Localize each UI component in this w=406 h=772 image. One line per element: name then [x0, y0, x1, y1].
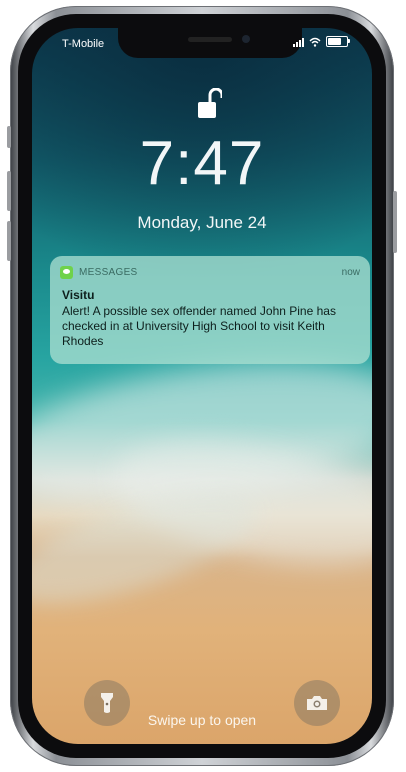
volume-down-button: [7, 221, 11, 261]
wifi-icon: [309, 37, 321, 47]
carrier-label: T-Mobile: [62, 38, 105, 50]
notification-time: now: [341, 266, 360, 278]
flashlight-icon: [101, 693, 113, 713]
battery-icon: [326, 36, 350, 47]
side-button: [7, 126, 11, 148]
notification-header: MESSAGES now: [60, 264, 360, 280]
bezel: T-Mobile 7:47 Monday, June 24 MESSAGES n…: [18, 14, 386, 758]
phone-frame: T-Mobile 7:47 Monday, June 24 MESSAGES n…: [7, 6, 397, 766]
notch: [118, 28, 302, 58]
signal-icon: [293, 37, 304, 47]
lock-clock: 7:47: [139, 129, 265, 198]
camera-icon: [307, 696, 327, 710]
volume-up-button: [7, 171, 11, 211]
power-button: [393, 191, 397, 253]
lock-date: Monday, June 24: [137, 213, 267, 232]
unlocked-padlock-icon: [198, 88, 222, 118]
messages-app-icon: [60, 265, 73, 279]
swipe-up-hint: Swipe up to open: [147, 712, 257, 728]
lock-screen: T-Mobile 7:47 Monday, June 24 MESSAGES n…: [32, 28, 372, 744]
message-notification[interactable]: MESSAGES now Visitu Alert! A possible se…: [50, 256, 370, 364]
speaker: [188, 37, 232, 42]
status-icons: [293, 36, 350, 47]
front-camera: [242, 35, 250, 43]
notification-body: Alert! A possible sex offender named Joh…: [62, 304, 336, 348]
notification-app-name: MESSAGES: [79, 266, 138, 278]
notification-sender: Visitu: [62, 288, 95, 302]
